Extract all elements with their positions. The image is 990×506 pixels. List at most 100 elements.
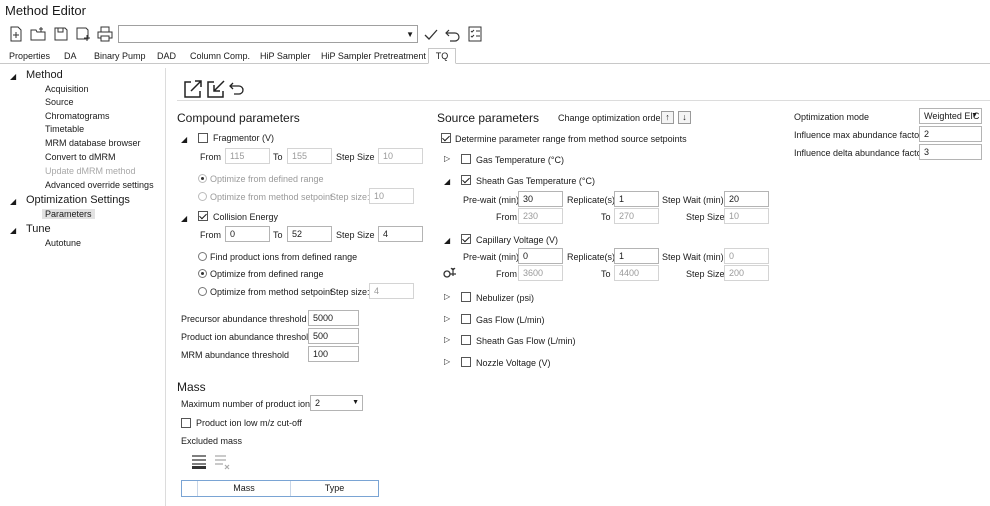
checkmark-icon[interactable] bbox=[423, 27, 439, 43]
max-product-ions-select[interactable]: 2 ▼ bbox=[310, 395, 363, 411]
fragmentor-from-input[interactable]: 115 bbox=[225, 148, 270, 164]
expand-collapse-icon[interactable]: ◢ bbox=[181, 135, 187, 144]
tree-item-autotune[interactable]: Autotune bbox=[45, 238, 81, 248]
fragmentor-to-input[interactable]: 155 bbox=[287, 148, 332, 164]
tree-item-source[interactable]: Source bbox=[45, 97, 74, 107]
import-icon[interactable] bbox=[206, 79, 226, 99]
tree-item-parameters[interactable]: Parameters bbox=[42, 209, 95, 219]
save-icon[interactable] bbox=[53, 26, 69, 42]
collision-from-input[interactable]: 0 bbox=[225, 226, 270, 242]
expand-collapse-icon[interactable]: ◢ bbox=[444, 177, 450, 186]
print-icon[interactable] bbox=[97, 26, 113, 42]
tab-column-comp[interactable]: Column Comp. bbox=[186, 49, 254, 63]
open-folder-icon[interactable] bbox=[30, 26, 46, 42]
mass-title: Mass bbox=[177, 380, 206, 394]
chevron-down-icon: ▼ bbox=[352, 399, 359, 406]
expand-icon[interactable]: ▷ bbox=[444, 292, 450, 301]
collision-method-setpoint-radio[interactable] bbox=[198, 287, 207, 296]
delta-abundance-factor-label: Influence delta abundance factor bbox=[794, 148, 925, 158]
tree-collapse-icon[interactable]: ◢ bbox=[10, 72, 16, 81]
tree-collapse-icon[interactable]: ◢ bbox=[10, 197, 16, 206]
fragmentor-method-setpoint-radio[interactable] bbox=[198, 192, 207, 201]
precursor-threshold-input[interactable]: 5000 bbox=[308, 310, 359, 326]
capillary-stepwait-label: Step Wait (min) bbox=[662, 252, 724, 262]
tree-node-optimization-settings[interactable]: Optimization Settings bbox=[26, 194, 130, 206]
fragmentor-step-input[interactable]: 10 bbox=[378, 148, 423, 164]
gas-temperature-checkbox[interactable] bbox=[461, 154, 471, 164]
sheath-to-input[interactable]: 270 bbox=[614, 208, 659, 224]
tree-item-convert-to-dmrm[interactable]: Convert to dMRM bbox=[45, 152, 116, 162]
export-icon[interactable] bbox=[183, 79, 203, 99]
grid-header-type[interactable]: Type bbox=[290, 481, 378, 496]
tree-node-tune[interactable]: Tune bbox=[26, 223, 51, 235]
tab-hip-sampler-pretreatment[interactable]: HiP Sampler Pretreatment bbox=[317, 49, 430, 63]
expand-collapse-icon[interactable]: ◢ bbox=[181, 214, 187, 223]
capillary-prewait-input[interactable]: 0 bbox=[518, 248, 563, 264]
move-up-icon[interactable]: ↑ bbox=[661, 111, 674, 124]
sheath-stepwait-input[interactable]: 20 bbox=[724, 191, 769, 207]
expand-collapse-icon[interactable]: ◢ bbox=[444, 236, 450, 245]
determine-range-checkbox[interactable] bbox=[441, 133, 451, 143]
fragmentor-step-label: Step Size bbox=[336, 152, 375, 162]
tree-item-timetable[interactable]: Timetable bbox=[45, 124, 84, 134]
tree-collapse-icon[interactable]: ◢ bbox=[10, 226, 16, 235]
sheath-gas-flow-checkbox[interactable] bbox=[461, 335, 471, 345]
tree-node-method[interactable]: Method bbox=[26, 69, 63, 81]
tab-binary-pump[interactable]: Binary Pump bbox=[90, 49, 150, 63]
product-ion-cutoff-label: Product ion low m/z cut-off bbox=[196, 418, 302, 428]
tab-properties[interactable]: Properties bbox=[5, 49, 54, 63]
capillary-step-input[interactable]: 200 bbox=[724, 265, 769, 281]
max-abundance-factor-input[interactable]: 2 bbox=[919, 126, 982, 142]
undo-icon[interactable] bbox=[229, 80, 245, 96]
save-as-icon[interactable] bbox=[75, 26, 91, 42]
tree-item-mrm-database-browser[interactable]: MRM database browser bbox=[45, 138, 141, 148]
capillary-replicate-input[interactable]: 1 bbox=[614, 248, 659, 264]
nebulizer-checkbox[interactable] bbox=[461, 292, 471, 302]
product-ion-cutoff-checkbox[interactable] bbox=[181, 418, 191, 428]
nozzle-voltage-checkbox[interactable] bbox=[461, 357, 471, 367]
product-threshold-input[interactable]: 500 bbox=[308, 328, 359, 344]
tab-dad[interactable]: DAD bbox=[153, 49, 180, 63]
optimization-mode-select[interactable]: Weighted EIC ▼ bbox=[919, 108, 982, 124]
collision-step3-input[interactable]: 4 bbox=[369, 283, 414, 299]
tree-item-chromatograms[interactable]: Chromatograms bbox=[45, 111, 110, 121]
expand-icon[interactable]: ▷ bbox=[444, 335, 450, 344]
sheath-prewait-input[interactable]: 30 bbox=[518, 191, 563, 207]
mrm-threshold-input[interactable]: 100 bbox=[308, 346, 359, 362]
sheath-replicate-input[interactable]: 1 bbox=[614, 191, 659, 207]
expand-icon[interactable]: ▷ bbox=[444, 154, 450, 163]
capillary-to-input[interactable]: 4400 bbox=[614, 265, 659, 281]
grid-header-mass[interactable]: Mass bbox=[197, 481, 290, 496]
move-down-icon[interactable]: ↓ bbox=[678, 111, 691, 124]
method-combo[interactable]: ▼ bbox=[118, 25, 418, 43]
sheath-from-input[interactable]: 230 bbox=[518, 208, 563, 224]
excluded-mass-grid[interactable]: Mass Type bbox=[181, 480, 379, 497]
add-row-icon[interactable] bbox=[191, 454, 207, 470]
fragmentor-step2-input[interactable]: 10 bbox=[369, 188, 414, 204]
delta-abundance-factor-input[interactable]: 3 bbox=[919, 144, 982, 160]
checklist-icon[interactable] bbox=[467, 26, 483, 42]
delete-row-icon[interactable] bbox=[214, 454, 230, 470]
collision-to-input[interactable]: 52 bbox=[287, 226, 332, 242]
collision-step-input[interactable]: 4 bbox=[378, 226, 423, 242]
collision-defined-range-radio[interactable] bbox=[198, 269, 207, 278]
collision-energy-checkbox[interactable] bbox=[198, 211, 208, 221]
capillary-from-input[interactable]: 3600 bbox=[518, 265, 563, 281]
tab-hip-sampler[interactable]: HiP Sampler bbox=[256, 49, 314, 63]
sheath-step-input[interactable]: 10 bbox=[724, 208, 769, 224]
new-file-icon[interactable] bbox=[8, 26, 24, 42]
tab-da[interactable]: DA bbox=[60, 49, 81, 63]
expand-icon[interactable]: ▷ bbox=[444, 357, 450, 366]
undo-icon[interactable] bbox=[445, 27, 461, 43]
find-product-ions-radio[interactable] bbox=[198, 252, 207, 261]
capillary-voltage-checkbox[interactable] bbox=[461, 234, 471, 244]
fragmentor-defined-range-radio[interactable] bbox=[198, 174, 207, 183]
sheath-gas-temperature-checkbox[interactable] bbox=[461, 175, 471, 185]
expand-icon[interactable]: ▷ bbox=[444, 314, 450, 323]
gas-flow-checkbox[interactable] bbox=[461, 314, 471, 324]
fragmentor-checkbox[interactable] bbox=[198, 133, 208, 143]
tree-item-acquisition[interactable]: Acquisition bbox=[45, 84, 89, 94]
tree-item-advanced-override-settings[interactable]: Advanced override settings bbox=[45, 180, 154, 190]
capillary-stepwait-input[interactable]: 0 bbox=[724, 248, 769, 264]
tab-tq[interactable]: TQ bbox=[428, 48, 456, 64]
